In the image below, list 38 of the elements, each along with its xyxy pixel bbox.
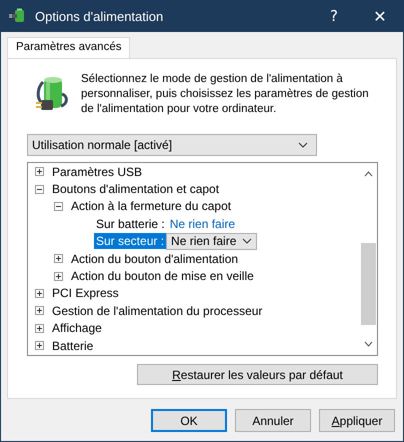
setting-dropdown[interactable]: Ne rien faire	[166, 232, 258, 250]
scrollbar-thumb[interactable]	[361, 243, 376, 325]
tree-item[interactable]: Gestion de l'alimentation du processeur	[52, 304, 262, 318]
help-button[interactable]: ?	[311, 0, 357, 32]
setting-label[interactable]: Sur batterie :	[94, 216, 167, 232]
tree-item[interactable]: Action du bouton de mise en veille	[71, 269, 254, 284]
chevron-down-icon[interactable]	[364, 341, 373, 347]
chevron-up-icon[interactable]	[364, 171, 373, 177]
expand-icon[interactable]	[54, 272, 63, 281]
expand-icon[interactable]	[35, 167, 44, 176]
dialog-button[interactable]: Annuler	[235, 409, 311, 432]
expand-icon[interactable]	[54, 254, 63, 264]
chevron-down-icon	[242, 238, 252, 244]
dialog-button[interactable]: OK	[151, 409, 227, 432]
setting-link[interactable]: Ne rien faire	[170, 216, 236, 231]
close-button[interactable]: ✕	[357, 0, 403, 32]
tree-item[interactable]: Paramètres USB	[52, 164, 142, 179]
window-title: Options d'alimentation	[35, 8, 164, 24]
expand-icon[interactable]	[35, 288, 44, 298]
tree-item[interactable]: Affichage	[52, 321, 102, 336]
tree-item[interactable]: Action du bouton d'alimentation	[71, 252, 238, 266]
collapse-icon[interactable]	[54, 202, 63, 211]
expand-icon[interactable]	[35, 341, 44, 350]
chevron-down-icon	[298, 142, 308, 148]
tree-item[interactable]: Batterie	[52, 338, 94, 353]
description-text: Sélectionnez le mode de gestion de l'alimentation à personnaliser, puis choisissez les paramètres de gestion de l'alimentation pour votre ordinateur.	[81, 72, 370, 117]
collapse-icon[interactable]	[35, 184, 44, 194]
tab[interactable]: Paramètres avancés	[7, 37, 130, 59]
setting-label[interactable]: Sur secteur :	[94, 233, 166, 250]
restore-defaults-button[interactable]: Restaurer les valeurs par défaut	[137, 364, 378, 385]
tree-item[interactable]: Action à la fermeture du capot	[71, 199, 232, 214]
expand-icon[interactable]	[35, 324, 44, 333]
battery-plug-icon	[9, 8, 27, 24]
tree-item[interactable]: PCI Express	[52, 286, 119, 300]
expand-icon[interactable]	[35, 306, 44, 316]
plan-dropdown[interactable]: Utilisation normale [activé]	[27, 134, 317, 156]
dialog-button[interactable]: Appliquer	[319, 409, 395, 432]
tree-item[interactable]: Boutons d'alimentation et capot	[52, 182, 220, 196]
